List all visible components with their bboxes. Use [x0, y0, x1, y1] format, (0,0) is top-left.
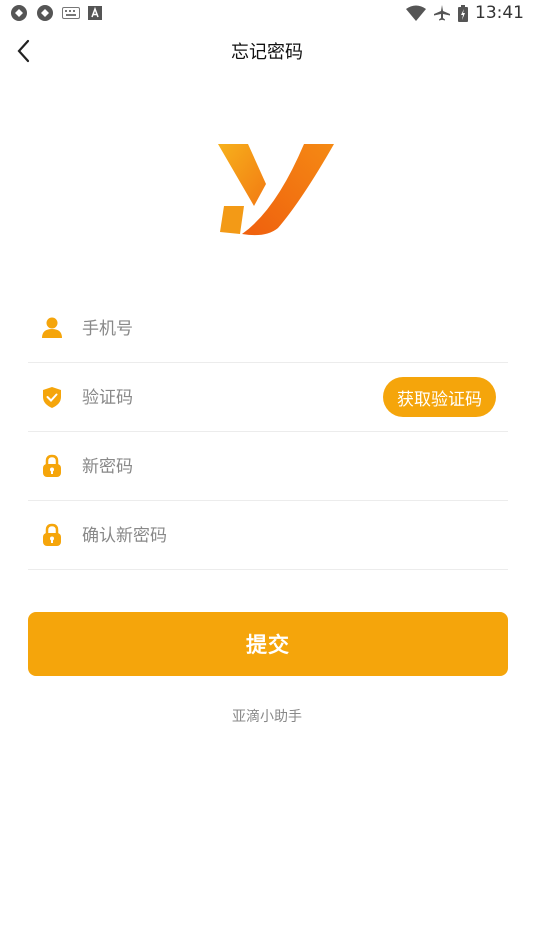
- confirm-password-input[interactable]: [80, 519, 384, 553]
- reset-password-form: 获取验证码: [28, 294, 508, 570]
- nav-bar: 忘记密码: [0, 28, 534, 74]
- get-code-button[interactable]: 获取验证码: [383, 377, 496, 417]
- sync-icon: [37, 5, 53, 21]
- new-password-input[interactable]: [80, 450, 384, 484]
- sync-icon: [11, 5, 27, 21]
- phone-input[interactable]: [80, 312, 384, 346]
- y-logo-icon: [218, 144, 334, 236]
- shield-check-icon: [43, 387, 61, 408]
- status-right-icons: 13:41: [406, 3, 524, 23]
- status-time: 13:41: [475, 3, 524, 23]
- battery-icon: [458, 4, 468, 22]
- new-password-row: [28, 432, 508, 501]
- airplane-icon: [434, 5, 450, 21]
- confirm-password-row: [28, 501, 508, 570]
- user-icon: [42, 317, 62, 338]
- phone-row: [28, 294, 508, 363]
- page-title: 忘记密码: [231, 42, 303, 63]
- status-bar: 13:41: [0, 0, 534, 28]
- lock-icon: [43, 454, 61, 477]
- text-icon: [88, 6, 102, 20]
- code-input[interactable]: [80, 381, 384, 415]
- wifi-icon: [406, 5, 426, 21]
- footer-text: 亚滴小助手: [232, 709, 302, 725]
- code-row: 获取验证码: [28, 363, 508, 432]
- submit-button[interactable]: 提交: [28, 612, 508, 676]
- keyboard-icon: [62, 7, 80, 19]
- lock-icon: [43, 523, 61, 546]
- status-left-icons: [10, 4, 102, 22]
